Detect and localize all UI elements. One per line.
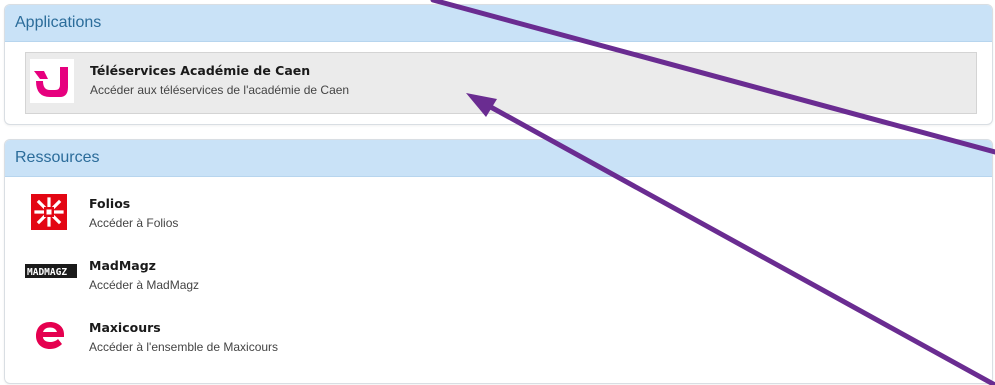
madmagz-logo-text: MADMAGZ: [27, 267, 67, 278]
resource-item-maxicours[interactable]: Maxicours Accéder à l'ensemble de Maxico…: [25, 314, 977, 370]
madmagz-logo-icon: MADMAGZ: [25, 264, 77, 278]
applications-panel: Applications Téléservices Académie de Ca…: [4, 4, 993, 125]
folios-logo-icon: [31, 194, 67, 230]
resource-description-folios: Accéder à Folios: [89, 216, 179, 230]
applications-header: Applications: [5, 5, 992, 42]
resources-panel: Ressources Folios Accéder à Folios MADMA…: [4, 139, 993, 384]
maxicours-logo-icon: [33, 318, 67, 352]
resource-item-folios[interactable]: Folios Accéder à Folios: [25, 190, 977, 246]
app-title[interactable]: Téléservices Académie de Caen: [90, 63, 310, 78]
portal-page: Applications Téléservices Académie de Ca…: [0, 0, 995, 385]
app-description: Accéder aux téléservices de l'académie d…: [90, 83, 350, 97]
resource-description-maxicours: Accéder à l'ensemble de Maxicours: [89, 340, 279, 354]
resource-title-folios[interactable]: Folios: [89, 196, 130, 211]
resource-title-maxicours[interactable]: Maxicours: [89, 320, 161, 335]
teleservices-logo-icon: [30, 59, 74, 103]
resource-title-madmagz[interactable]: MadMagz: [89, 258, 156, 273]
resource-item-madmagz[interactable]: MADMAGZ MadMagz Accéder à MadMagz: [25, 252, 977, 308]
resource-description-madmagz: Accéder à MadMagz: [89, 278, 200, 292]
resources-header: Ressources: [5, 140, 992, 177]
app-item-teleservices[interactable]: Téléservices Académie de Caen Accéder au…: [25, 52, 977, 114]
